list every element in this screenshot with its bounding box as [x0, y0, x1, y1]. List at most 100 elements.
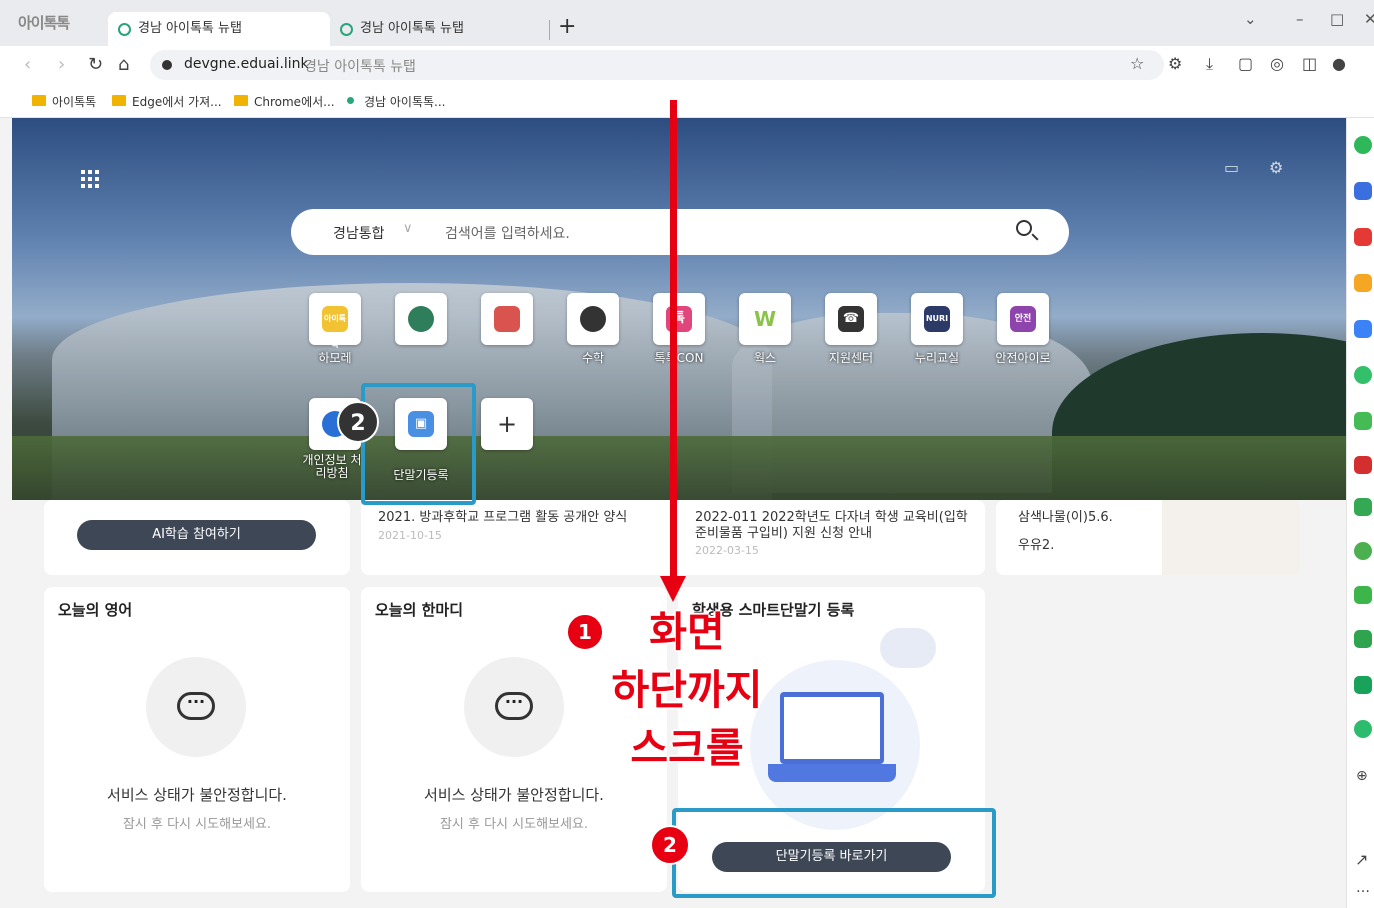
- quick-link-tile[interactable]: 톡: [653, 293, 705, 345]
- tab-active[interactable]: 경남 아이톡톡 뉴탭: [108, 12, 330, 46]
- forward-icon[interactable]: ›: [58, 54, 65, 75]
- favorites-star-icon[interactable]: ☆: [1130, 54, 1144, 73]
- search-scope[interactable]: 경남통합: [333, 223, 385, 243]
- sidebar-app-icon[interactable]: [1354, 542, 1372, 560]
- address-bar: ‹ › ↻ ⌂ devgne.eduai.link 경남 아이톡톡 뉴탭 ☆ ⚙…: [0, 46, 1374, 84]
- sidebar-app-icon[interactable]: [1354, 412, 1372, 430]
- site-info-icon[interactable]: [162, 60, 172, 70]
- profile-avatar-icon[interactable]: ●: [1332, 54, 1346, 73]
- hero-ground: [12, 436, 1346, 500]
- quick-link-tile[interactable]: [395, 293, 447, 345]
- meal-item: 삼색나물(이)5.6.: [1018, 510, 1113, 525]
- download-icon[interactable]: ⤓: [1206, 54, 1213, 74]
- sidebar-app-icon[interactable]: [1354, 498, 1372, 516]
- close-icon[interactable]: ✕: [1364, 10, 1374, 28]
- quick-link-label: 누리교실: [914, 351, 960, 365]
- tab-favicon-icon: [118, 23, 131, 36]
- open-external-icon[interactable]: ↗: [1355, 850, 1368, 869]
- step-1-instruction: 하단까지: [611, 666, 763, 714]
- bookmarks-bar: 아이톡톡 Edge에서 가져... Chrome에서... 경남 아이톡톡...: [0, 84, 1374, 118]
- refresh-icon[interactable]: ↻: [88, 54, 103, 75]
- sidebar-app-icon[interactable]: [1354, 320, 1372, 338]
- notice-title[interactable]: 2022-011 2022학년도 다자녀 학생 교육비(입학준비물품 구입비) …: [695, 510, 975, 542]
- search-icon[interactable]: [1015, 219, 1039, 243]
- laptop-icon: [780, 692, 884, 764]
- quick-link-tile[interactable]: W: [739, 293, 791, 345]
- search-input[interactable]: 검색어를 입력하세요.: [445, 223, 570, 243]
- bookmark-label: 아이톡톡: [52, 95, 97, 109]
- error-message: 서비스 상태가 불안정합니다.: [107, 786, 287, 804]
- quick-link-tile[interactable]: 안전: [997, 293, 1049, 345]
- search-bar[interactable]: 경남통합 ∨ 검색어를 입력하세요.: [291, 209, 1069, 255]
- add-quick-link-button[interactable]: +: [481, 398, 533, 450]
- notice-title[interactable]: 2021. 방과후학교 프로그램 활동 공개안 양식: [378, 510, 668, 526]
- minimize-icon[interactable]: –: [1296, 10, 1304, 28]
- screenshot-icon[interactable]: ◎: [1270, 54, 1284, 73]
- bookmark-site[interactable]: 경남 아이톡톡...: [344, 93, 446, 110]
- sidebar-app-icon[interactable]: [1354, 228, 1372, 246]
- quick-link-icon: [408, 306, 434, 332]
- maximize-icon[interactable]: □: [1330, 10, 1344, 28]
- quick-link-icon: 아이톡톡: [322, 306, 348, 349]
- url-field[interactable]: devgne.eduai.link 경남 아이톡톡 뉴탭: [150, 50, 1164, 80]
- new-tab-button[interactable]: +: [558, 14, 576, 39]
- sidebar-app-icon[interactable]: [1354, 274, 1372, 292]
- tab-inactive[interactable]: 경남 아이톡톡 뉴탭: [330, 12, 540, 46]
- ai-learning-button[interactable]: AI학습 참여하기: [77, 520, 316, 550]
- scroll-down-arrowhead: [660, 576, 686, 602]
- add-sidebar-app-icon[interactable]: ⊕: [1356, 768, 1368, 784]
- meal-image: [1162, 500, 1300, 575]
- copilot-icon[interactable]: [1354, 136, 1372, 154]
- settings-gear-icon[interactable]: ⚙: [1269, 158, 1283, 177]
- chevron-down-icon[interactable]: ∨: [403, 221, 413, 236]
- bookmark-label: Edge에서 가져...: [132, 95, 222, 109]
- highlight-device-tile: [361, 383, 476, 505]
- tab-list-chevron-icon[interactable]: ⌄: [1244, 10, 1257, 28]
- hero-banner: ▭ ⚙ 경남통합 ∨ 검색어를 입력하세요. 아이톡톡 하모레 수학 톡 톡톡C…: [12, 118, 1346, 500]
- quick-link-tile[interactable]: [567, 293, 619, 345]
- quick-link-tile[interactable]: 아이톡톡: [309, 293, 361, 349]
- sidebar-app-icon[interactable]: [1354, 720, 1372, 738]
- wallpaper-icon[interactable]: ▭: [1224, 158, 1239, 177]
- folder-icon: [112, 95, 126, 106]
- quick-link-tile[interactable]: NURI: [911, 293, 963, 345]
- more-icon[interactable]: …: [1356, 880, 1370, 896]
- retry-message: 잠시 후 다시 시도해보세요.: [439, 817, 589, 832]
- quick-link-icon: NURI: [924, 306, 950, 332]
- scroll-down-arrow: [670, 100, 677, 580]
- quick-link-tile[interactable]: ☎: [825, 293, 877, 345]
- sidebar-app-icon[interactable]: [1354, 586, 1372, 604]
- bookmark-folder[interactable]: 아이톡톡: [32, 93, 96, 110]
- home-icon[interactable]: ⌂: [118, 54, 129, 75]
- collections-icon[interactable]: ▢: [1238, 54, 1253, 73]
- meal-item: 우유2.: [1018, 538, 1055, 553]
- quick-link-icon: 안전: [1010, 306, 1036, 332]
- plus-icon: +: [496, 410, 518, 438]
- bookmark-folder[interactable]: Edge에서 가져...: [112, 93, 222, 110]
- extensions-icon[interactable]: ⚙: [1168, 54, 1182, 73]
- error-message: 서비스 상태가 불안정합니다.: [424, 786, 604, 804]
- sidebar-app-icon[interactable]: [1354, 366, 1372, 384]
- step-2-badge: 2: [337, 401, 379, 443]
- english-card: 오늘의 영어 ··· 서비스 상태가 불안정합니다. 잠시 후 다시 시도해보세…: [44, 587, 350, 892]
- screenshot: 아이톡톡 경남 아이톡톡 뉴탭 경남 아이톡톡 뉴탭 + ⌄ – □ ✕ ‹ ›…: [0, 0, 1374, 908]
- chat-bubble-icon: ···: [146, 657, 246, 757]
- card-title: 오늘의 영어: [58, 601, 133, 619]
- sidebar-app-icon[interactable]: [1354, 182, 1372, 200]
- split-screen-icon[interactable]: ◫: [1302, 54, 1317, 73]
- sidebar-app-icon[interactable]: [1354, 456, 1372, 474]
- apps-grid-icon[interactable]: [81, 170, 99, 188]
- quick-link-tile[interactable]: [481, 293, 533, 345]
- bookmark-folder[interactable]: Chrome에서...: [234, 93, 335, 110]
- quick-link-label: 하모레: [318, 351, 352, 365]
- quick-link-icon: W: [752, 306, 778, 332]
- quick-link-icon: ☎: [838, 306, 864, 332]
- quick-link-label: 개인정보 처리방침: [302, 453, 362, 480]
- quick-link-label: 웍스: [753, 351, 777, 365]
- browser-logo: 아이톡톡: [18, 14, 70, 32]
- back-icon[interactable]: ‹: [24, 54, 31, 75]
- site-favicon-icon: [347, 97, 354, 104]
- naver-icon[interactable]: [1354, 676, 1372, 694]
- sidebar-app-icon[interactable]: [1354, 630, 1372, 648]
- bookmark-label: Chrome에서...: [254, 95, 335, 109]
